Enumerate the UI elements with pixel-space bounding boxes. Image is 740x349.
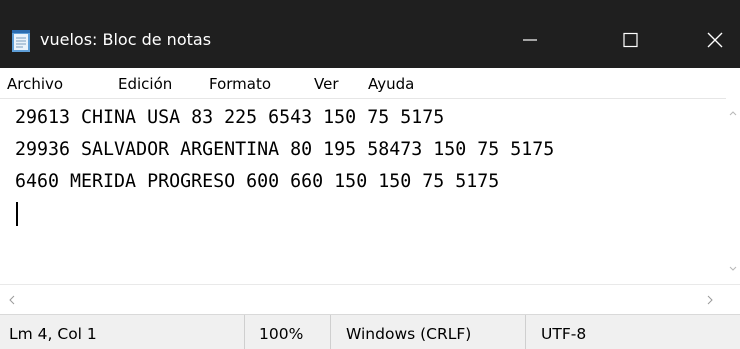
menu-bar: Archivo Edición Formato Ver Ayuda [0, 68, 740, 98]
editor-line-2[interactable]: 29936 SALVADOR ARGENTINA 80 195 58473 15… [15, 138, 554, 162]
close-icon [707, 32, 723, 48]
zoom-level: 100% [259, 325, 304, 343]
notepad-icon[interactable] [10, 29, 32, 53]
scroll-left-icon[interactable] [8, 295, 16, 305]
minimize-button[interactable] [495, 20, 565, 60]
scroll-right-icon[interactable] [706, 295, 714, 305]
window-title: vuelos: Bloc de notas [40, 30, 212, 49]
horizontal-scrollbar[interactable] [0, 284, 740, 314]
menu-formato[interactable]: Formato [209, 74, 271, 94]
minimize-icon [523, 39, 537, 41]
menu-ver[interactable]: Ver [314, 74, 339, 94]
scroll-up-icon[interactable] [729, 110, 737, 116]
encoding: UTF-8 [541, 325, 587, 343]
editor-line-1[interactable]: 29613 CHINA USA 83 225 6543 150 75 5175 [15, 106, 444, 130]
title-bar[interactable]: vuelos: Bloc de notas [0, 0, 740, 68]
status-separator [244, 315, 245, 349]
status-separator [525, 315, 526, 349]
cursor-position: Lm 4, Col 1 [9, 325, 97, 343]
maximize-button[interactable] [595, 20, 665, 60]
editor-line-3[interactable]: 6460 MERIDA PROGRESO 600 660 150 150 75 … [15, 170, 499, 194]
text-caret [16, 202, 18, 226]
maximize-icon [623, 32, 638, 48]
menu-edicion[interactable]: Edición [118, 74, 172, 94]
status-separator [330, 315, 331, 349]
line-ending: Windows (CRLF) [346, 325, 472, 343]
menu-archivo[interactable]: Archivo [7, 74, 63, 94]
close-button[interactable] [680, 20, 740, 60]
vertical-scrollbar[interactable] [726, 98, 740, 284]
text-editor[interactable]: 29613 CHINA USA 83 225 6543 150 75 5175 … [0, 98, 726, 284]
status-bar: Lm 4, Col 1 100% Windows (CRLF) UTF-8 [0, 314, 740, 349]
menu-ayuda[interactable]: Ayuda [368, 74, 414, 94]
scroll-down-icon[interactable] [729, 266, 737, 272]
